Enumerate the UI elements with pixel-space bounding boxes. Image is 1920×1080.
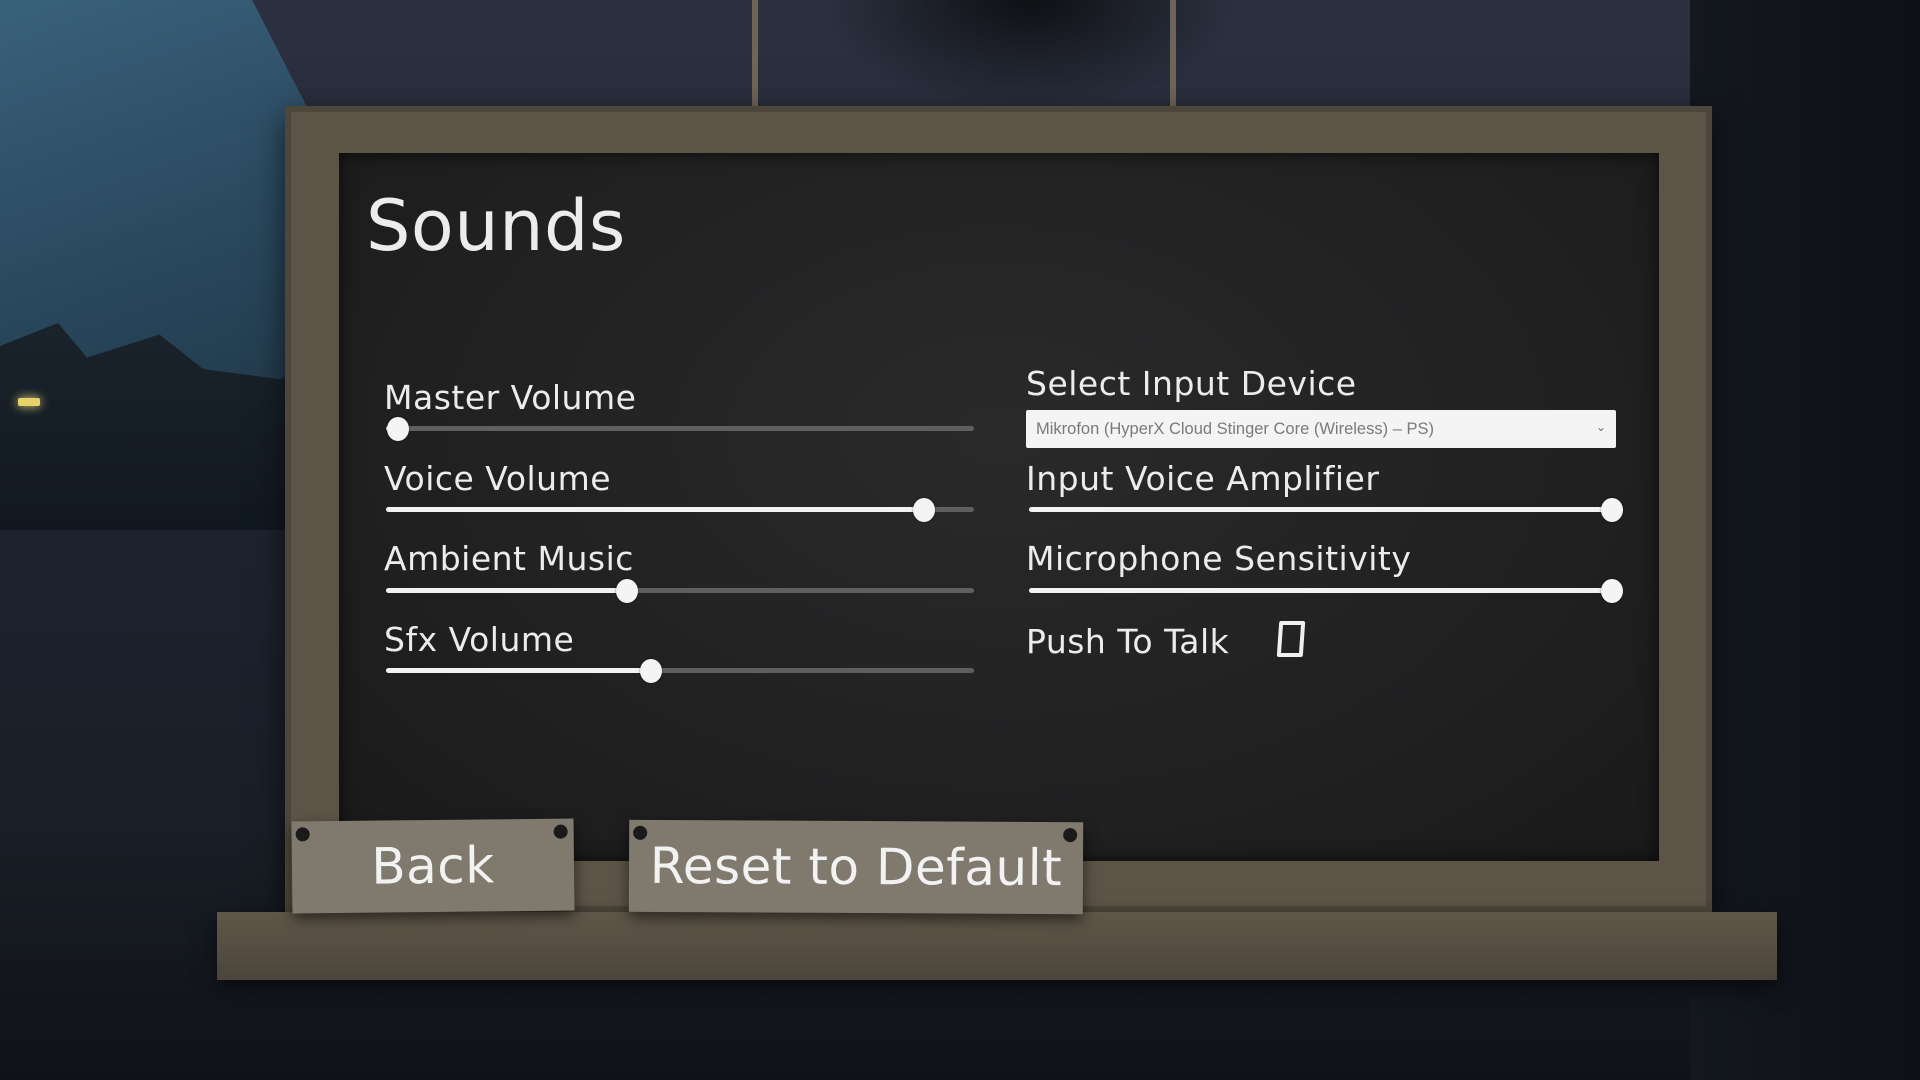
sfx-volume-slider[interactable]: [386, 656, 974, 686]
push-to-talk-checkbox[interactable]: [1276, 621, 1306, 657]
pin-icon: [633, 825, 648, 840]
ambient-music-label: Ambient Music: [384, 539, 634, 578]
master-volume-slider[interactable]: [386, 414, 974, 444]
reset-to-default-button[interactable]: Reset to Default: [628, 819, 1084, 915]
slider-handle[interactable]: [1601, 498, 1624, 522]
hanging-rope-right: [1170, 0, 1176, 110]
pin-icon: [1063, 828, 1078, 843]
hanging-rope-left: [752, 0, 758, 110]
slider-handle[interactable]: [1601, 579, 1624, 603]
input-voice-amplifier-label: Input Voice Amplifier: [1026, 459, 1380, 498]
slider-fill: [1029, 507, 1613, 512]
slider-track: [386, 426, 974, 431]
microphone-sensitivity-label: Microphone Sensitivity: [1026, 539, 1412, 578]
input-voice-amplifier-slider[interactable]: [1029, 495, 1624, 525]
pin-icon: [553, 824, 568, 839]
voice-volume-label: Voice Volume: [384, 459, 612, 498]
chevron-down-icon: ⌄: [1595, 420, 1606, 434]
slider-handle[interactable]: [386, 417, 409, 441]
street-lamp: [18, 398, 40, 406]
voice-volume-slider[interactable]: [386, 495, 974, 525]
slider-handle[interactable]: [913, 498, 936, 522]
bare-tree: [820, 0, 1240, 110]
slider-fill: [386, 588, 628, 593]
microphone-sensitivity-slider[interactable]: [1029, 576, 1624, 606]
ambient-music-slider[interactable]: [386, 576, 974, 606]
back-button[interactable]: Back: [291, 818, 575, 914]
slider-handle[interactable]: [616, 579, 639, 603]
input-device-dropdown[interactable]: Mikrofon (HyperX Cloud Stinger Core (Wir…: [1026, 410, 1616, 448]
slider-fill: [386, 507, 925, 512]
slider-fill: [1029, 588, 1613, 593]
slider-handle[interactable]: [639, 659, 662, 683]
master-volume-label: Master Volume: [384, 378, 637, 417]
reset-button-label: Reset to Default: [649, 836, 1063, 898]
slider-fill: [386, 668, 651, 673]
chalkboard-shelf: [217, 912, 1777, 980]
pin-icon: [295, 827, 310, 842]
input-device-value: Mikrofon (HyperX Cloud Stinger Core (Wir…: [1036, 419, 1434, 438]
push-to-talk-label: Push To Talk: [1026, 622, 1230, 661]
page-title: Sounds: [366, 185, 626, 267]
back-button-label: Back: [370, 836, 495, 896]
sfx-volume-label: Sfx Volume: [384, 620, 575, 659]
select-input-device-label: Select Input Device: [1026, 364, 1357, 403]
